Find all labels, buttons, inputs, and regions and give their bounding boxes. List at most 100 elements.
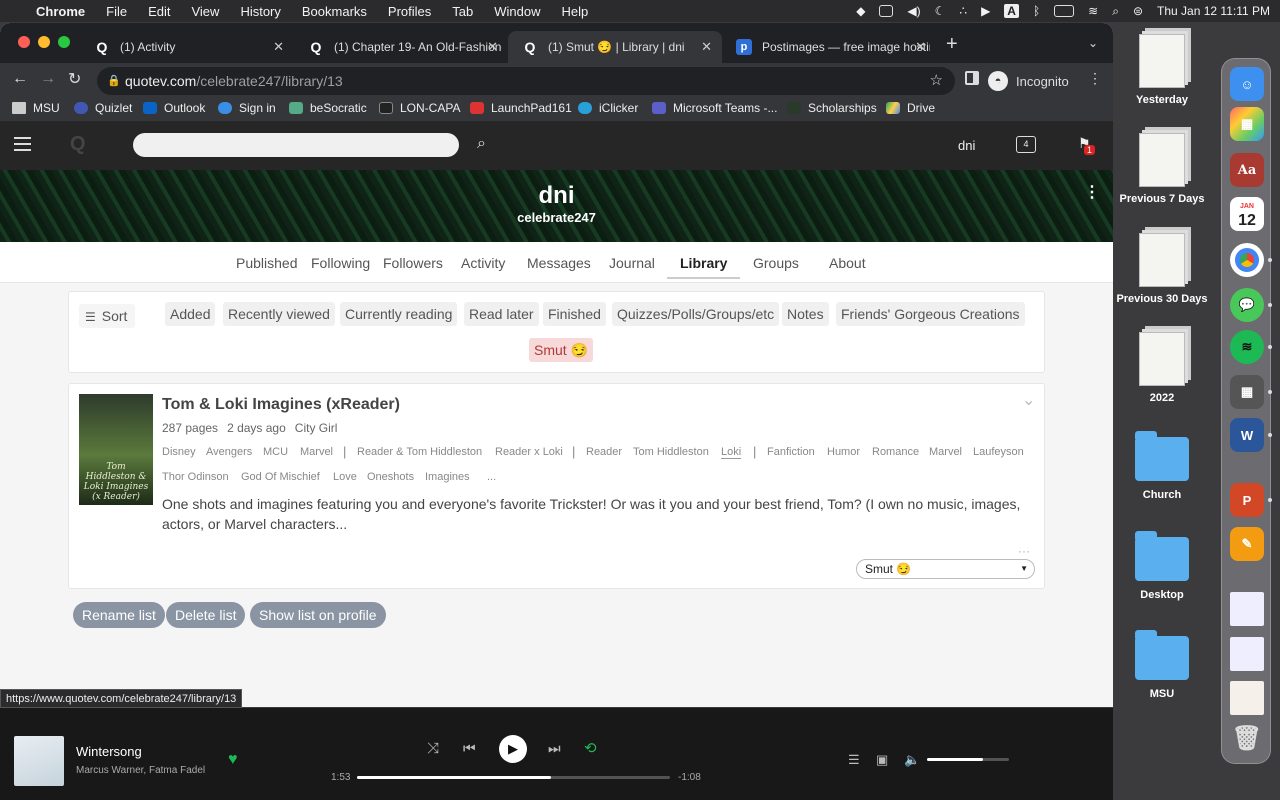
bookmark-besocratic[interactable]: beSocratic: [289, 101, 367, 115]
launchpad-icon[interactable]: ▦: [1230, 107, 1264, 141]
tag[interactable]: Love: [333, 471, 357, 483]
tag[interactable]: Imagines: [425, 471, 470, 483]
bookmark-quizlet[interactable]: Quizlet: [74, 101, 132, 115]
tag[interactable]: Tom Hiddleston: [633, 446, 709, 458]
calendar-icon[interactable]: JAN 12: [1230, 197, 1264, 231]
stack-previous-7-days[interactable]: Previous 7 Days: [1112, 133, 1212, 205]
kebab-menu-icon[interactable]: ⋮: [1088, 70, 1102, 87]
close-tab-icon[interactable]: ✕: [701, 39, 712, 55]
filter-currently-reading[interactable]: Currently reading: [340, 302, 458, 326]
lock-icon[interactable]: 🔒: [107, 67, 121, 95]
minimized-window-thumbnail[interactable]: [1230, 681, 1264, 715]
control-center-icon[interactable]: ⊜: [1133, 4, 1143, 18]
stack-2022[interactable]: 2022: [1112, 332, 1212, 404]
progress-bar[interactable]: [357, 776, 670, 779]
nav-followers[interactable]: Followers: [383, 255, 443, 271]
tag[interactable]: Fanfiction: [767, 446, 815, 458]
list-select[interactable]: Smut 😏 ▼: [856, 559, 1035, 579]
album-art[interactable]: [14, 736, 64, 786]
wifi-icon[interactable]: ≋: [1088, 4, 1098, 18]
filter-finished[interactable]: Finished: [543, 302, 606, 326]
back-icon[interactable]: ←: [12, 70, 28, 88]
tab-search-chevron-icon[interactable]: ⌄: [1088, 36, 1098, 50]
reload-icon[interactable]: ↻: [68, 69, 81, 89]
bookmark-launchpad[interactable]: LaunchPad161: [470, 101, 572, 115]
word-icon[interactable]: W: [1230, 418, 1264, 452]
profile-handle[interactable]: celebrate247: [0, 210, 1113, 225]
rename-list-button[interactable]: Rename list: [73, 602, 165, 628]
play-circle-icon[interactable]: ▶: [981, 4, 990, 18]
volume-slider[interactable]: [927, 758, 1009, 761]
menu-view[interactable]: View: [191, 4, 219, 19]
bookmark-iclicker[interactable]: iClicker: [578, 101, 638, 115]
tag[interactable]: Thor Odinson: [162, 471, 229, 483]
repeat-icon[interactable]: ⟲: [584, 739, 597, 757]
tab-activity[interactable]: Q (1) Activity ✕: [80, 31, 294, 63]
tag[interactable]: Reader & Tom Hiddleston: [357, 446, 482, 458]
filter-quizzes-polls[interactable]: Quizzes/Polls/Groups/etc: [612, 302, 780, 326]
shuffle-icon[interactable]: ⤨: [427, 740, 439, 757]
tag[interactable]: Marvel: [300, 446, 333, 458]
quotev-logo[interactable]: Q: [70, 133, 86, 156]
trash-icon[interactable]: 🗑: [1230, 721, 1264, 755]
bookmark-msu[interactable]: MSU: [12, 101, 60, 115]
messages-icon[interactable]: 💬: [1230, 288, 1264, 322]
more-options-icon[interactable]: ···: [1018, 544, 1030, 558]
bookmark-star-icon[interactable]: ☆: [930, 67, 943, 95]
powerpoint-icon[interactable]: P: [1230, 483, 1264, 517]
forward-icon[interactable]: →: [40, 70, 56, 88]
bookmark-scholarships[interactable]: Scholarships: [787, 101, 877, 115]
nav-activity[interactable]: Activity: [461, 255, 505, 271]
bookmark-outlook[interactable]: Outlook: [143, 101, 205, 115]
dictionary-icon[interactable]: Aa: [1230, 153, 1264, 187]
site-search-input[interactable]: [133, 133, 459, 157]
volume-icon[interactable]: 🔈: [904, 752, 920, 768]
menu-file[interactable]: File: [106, 4, 127, 19]
bookmark-sign-in[interactable]: Sign in: [218, 101, 276, 115]
bookmark-drive[interactable]: Drive: [886, 101, 935, 115]
more-tags[interactable]: ...: [487, 471, 496, 483]
tag[interactable]: Laufeyson: [973, 446, 1024, 458]
tab-postimages[interactable]: p Postimages — free image hosting ✕: [722, 31, 936, 63]
tag[interactable]: Romance: [872, 446, 919, 458]
nav-journal[interactable]: Journal: [609, 255, 655, 271]
track-artist[interactable]: Marcus Warner, Fatma Fadel: [76, 765, 205, 776]
filter-friends-creations[interactable]: Friends' Gorgeous Creations: [836, 302, 1025, 326]
stack-previous-30-days[interactable]: Previous 30 Days: [1112, 233, 1212, 305]
folder-church[interactable]: Church: [1112, 431, 1212, 501]
sort-button[interactable]: ☰ Sort: [79, 304, 136, 328]
filter-added[interactable]: Added: [165, 302, 216, 326]
track-title[interactable]: Wintersong: [76, 744, 142, 759]
battery-icon[interactable]: [1054, 5, 1075, 17]
nav-library[interactable]: Library: [667, 255, 741, 279]
tag[interactable]: Humor: [827, 446, 860, 458]
expand-chevron-icon[interactable]: ⌄: [1022, 390, 1035, 410]
tag[interactable]: Disney: [162, 446, 196, 458]
menu-edit[interactable]: Edit: [148, 4, 170, 19]
minimized-window-thumbnail[interactable]: [1230, 637, 1264, 671]
new-tab-icon[interactable]: +: [946, 33, 958, 56]
nav-about[interactable]: About: [829, 255, 866, 271]
filter-smut-active[interactable]: Smut 😏: [529, 338, 593, 362]
tag[interactable]: Loki: [721, 446, 742, 459]
minimized-window-thumbnail[interactable]: [1230, 592, 1264, 626]
tag[interactable]: Reader x Loki: [495, 446, 563, 458]
delete-list-button[interactable]: Delete list: [166, 602, 246, 628]
play-button[interactable]: ▶: [499, 735, 527, 763]
pages-icon[interactable]: ✎: [1230, 527, 1264, 561]
notifications-icon[interactable]: 4: [1016, 136, 1036, 153]
tag[interactable]: MCU: [263, 446, 288, 458]
menubar-clock[interactable]: Thu Jan 12 11:11 PM: [1157, 4, 1270, 18]
dots-icon[interactable]: ∴: [959, 4, 967, 18]
devices-icon[interactable]: ▣: [876, 752, 888, 768]
story-author[interactable]: City Girl: [295, 421, 338, 435]
chrome-icon[interactable]: [1230, 243, 1264, 277]
queue-icon[interactable]: ☰: [848, 752, 860, 768]
previous-icon[interactable]: ⏮: [463, 740, 476, 757]
filter-read-later[interactable]: Read later: [464, 302, 539, 326]
hamburger-menu-icon[interactable]: [14, 137, 31, 151]
incognito-profile-button[interactable]: ◓ Incognito: [988, 68, 1069, 94]
folder-msu[interactable]: MSU: [1112, 630, 1212, 700]
menu-bookmarks[interactable]: Bookmarks: [302, 4, 367, 19]
tag[interactable]: God Of Mischief: [241, 471, 320, 483]
